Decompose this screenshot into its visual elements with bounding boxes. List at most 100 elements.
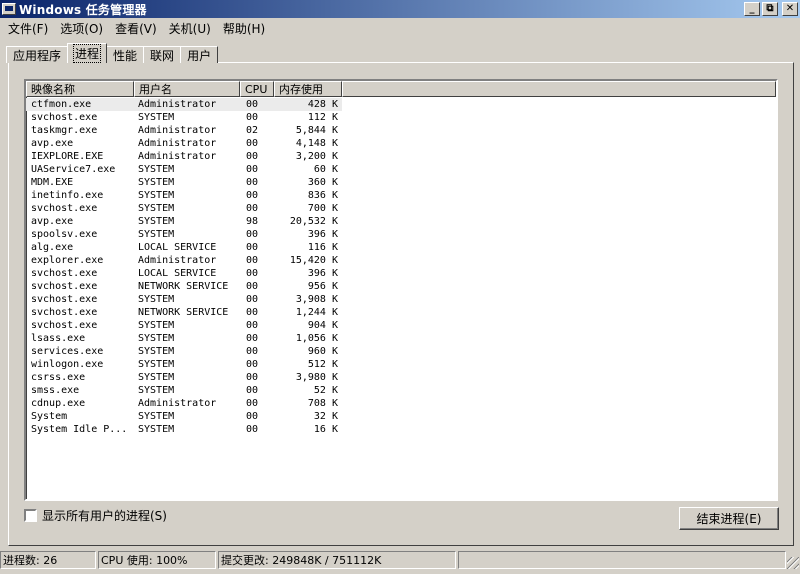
process-image-name: inetinfo.exe: [31, 190, 104, 201]
column-memory[interactable]: 内存使用: [274, 81, 342, 97]
process-image-name: ctfmon.exe: [26, 98, 134, 111]
process-row[interactable]: csrss.exe SYSTEM 00 3,980 K: [26, 371, 776, 384]
process-memory: 1,056 K: [295, 333, 338, 344]
column-cpu[interactable]: CPU: [240, 81, 274, 97]
status-empty-pane: [458, 551, 786, 569]
process-row[interactable]: svchost.exe LOCAL SERVICE 00 396 K: [26, 267, 776, 280]
show-all-users-checkbox[interactable]: [24, 509, 37, 522]
tab-applications[interactable]: 应用程序: [6, 46, 69, 63]
process-row[interactable]: UAService7.exe SYSTEM 00 60 K: [26, 163, 776, 176]
process-user-name: SYSTEM: [138, 177, 175, 188]
process-row[interactable]: svchost.exe SYSTEM 00 904 K: [26, 319, 776, 332]
process-cpu: 00: [246, 203, 259, 214]
menu-view[interactable]: 查看(V): [109, 20, 163, 37]
end-process-button[interactable]: 结束进程(E): [679, 507, 779, 530]
tab-users[interactable]: 用户: [180, 46, 219, 63]
process-memory: 428 K: [274, 98, 342, 111]
process-row[interactable]: avp.exe SYSTEM 98 20,532 K: [26, 215, 776, 228]
process-row[interactable]: avp.exe Administrator 00 4,148 K: [26, 137, 776, 150]
tab-label: 应用程序: [13, 48, 62, 63]
process-memory: 5,844 K: [295, 125, 338, 136]
process-user-name: SYSTEM: [138, 164, 175, 175]
process-user-name: SYSTEM: [138, 333, 175, 344]
tab-networking[interactable]: 联网: [143, 46, 182, 63]
tab-label: 性能: [113, 48, 138, 63]
status-cpu-usage: CPU 使用: 100%: [98, 551, 216, 569]
process-list[interactable]: 映像名称 用户名 CPU 内存使用 ctfmon.exe Administrato…: [24, 79, 778, 501]
window-title: Windows 任务管理器: [19, 2, 147, 17]
show-all-users-option[interactable]: 显示所有用户的进程(S): [24, 507, 167, 524]
process-row[interactable]: services.exe SYSTEM 00 960 K: [26, 345, 776, 358]
process-memory: 20,532 K: [289, 216, 338, 227]
minimize-button[interactable]: _: [744, 2, 760, 16]
process-user-name: SYSTEM: [138, 346, 175, 357]
process-memory: 60 K: [313, 164, 338, 175]
process-image-name: smss.exe: [31, 385, 80, 396]
process-user-name: SYSTEM: [138, 229, 175, 240]
process-memory: 3,200 K: [295, 151, 338, 162]
process-cpu: 00: [246, 372, 259, 383]
column-image-name[interactable]: 映像名称: [26, 81, 134, 97]
window-controls: _ ⧉ ✕: [742, 2, 798, 16]
process-cpu: 00: [246, 177, 259, 188]
process-row[interactable]: System Idle P... SYSTEM 00 16 K: [26, 423, 776, 436]
process-cpu: 00: [246, 294, 259, 305]
process-image-name: MDM.EXE: [31, 177, 74, 188]
resize-grip[interactable]: [787, 557, 799, 569]
menu-file[interactable]: 文件(F): [2, 20, 54, 37]
process-row[interactable]: cdnup.exe Administrator 00 708 K: [26, 397, 776, 410]
process-user-name: SYSTEM: [138, 216, 175, 227]
process-row[interactable]: lsass.exe SYSTEM 00 1,056 K: [26, 332, 776, 345]
title-bar[interactable]: Windows 任务管理器 _ ⧉ ✕: [0, 0, 800, 18]
process-row[interactable]: winlogon.exe SYSTEM 00 512 K: [26, 358, 776, 371]
process-memory: 16 K: [313, 424, 338, 435]
process-image-name: lsass.exe: [31, 333, 86, 344]
process-row[interactable]: IEXPLORE.EXE Administrator 00 3,200 K: [26, 150, 776, 163]
process-image-name: alg.exe: [31, 242, 74, 253]
process-cpu: 00: [246, 320, 259, 331]
process-image-name: svchost.exe: [31, 307, 98, 318]
process-user-name: Administrator: [138, 138, 217, 149]
column-user-name[interactable]: 用户名: [134, 81, 240, 97]
menu-help[interactable]: 帮助(H): [217, 20, 271, 37]
process-row[interactable]: spoolsv.exe SYSTEM 00 396 K: [26, 228, 776, 241]
process-cpu: 00: [246, 242, 259, 253]
process-row[interactable]: svchost.exe NETWORK SERVICE 00 956 K: [26, 280, 776, 293]
process-image-name: spoolsv.exe: [31, 229, 98, 240]
process-row[interactable]: ctfmon.exe Administrator 00 428 K: [26, 98, 776, 111]
process-row[interactable]: System SYSTEM 00 32 K: [26, 410, 776, 423]
tab-performance[interactable]: 性能: [106, 46, 145, 63]
process-row[interactable]: inetinfo.exe SYSTEM 00 836 K: [26, 189, 776, 202]
process-image-name: svchost.exe: [31, 112, 98, 123]
process-cpu: 00: [246, 190, 259, 201]
process-memory: 1,244 K: [295, 307, 338, 318]
process-row[interactable]: svchost.exe SYSTEM 00 3,908 K: [26, 293, 776, 306]
process-cpu: 00: [246, 138, 259, 149]
process-user-name: SYSTEM: [138, 424, 175, 435]
process-user-name: Administrator: [138, 255, 217, 266]
tab-processes[interactable]: 进程: [67, 43, 108, 63]
process-row[interactable]: MDM.EXE SYSTEM 00 360 K: [26, 176, 776, 189]
process-image-name: svchost.exe: [31, 268, 98, 279]
menu-shutdown[interactable]: 关机(U): [163, 20, 217, 37]
process-row[interactable]: smss.exe SYSTEM 00 52 K: [26, 384, 776, 397]
process-cpu: 00: [246, 385, 259, 396]
process-image-name: avp.exe: [31, 216, 74, 227]
process-cpu: 00: [240, 98, 274, 111]
process-cpu: 00: [246, 151, 259, 162]
process-row[interactable]: svchost.exe NETWORK SERVICE 00 1,244 K: [26, 306, 776, 319]
close-button[interactable]: ✕: [782, 2, 798, 16]
maximize-button[interactable]: ⧉: [762, 2, 778, 16]
process-memory: 960 K: [307, 346, 338, 357]
process-row[interactable]: explorer.exe Administrator 00 15,420 K: [26, 254, 776, 267]
process-memory: 396 K: [307, 229, 338, 240]
process-row[interactable]: taskmgr.exe Administrator 02 5,844 K: [26, 124, 776, 137]
menu-bar: 文件(F) 选项(O) 查看(V) 关机(U) 帮助(H): [0, 18, 800, 38]
menu-options[interactable]: 选项(O): [54, 20, 109, 37]
process-user-name: LOCAL SERVICE: [138, 268, 217, 279]
process-row[interactable]: svchost.exe SYSTEM 00 112 K: [26, 111, 776, 124]
process-row[interactable]: svchost.exe SYSTEM 00 700 K: [26, 202, 776, 215]
tab-label: 用户: [187, 48, 212, 63]
list-header: 映像名称 用户名 CPU 内存使用: [26, 81, 776, 97]
process-row[interactable]: alg.exe LOCAL SERVICE 00 116 K: [26, 241, 776, 254]
